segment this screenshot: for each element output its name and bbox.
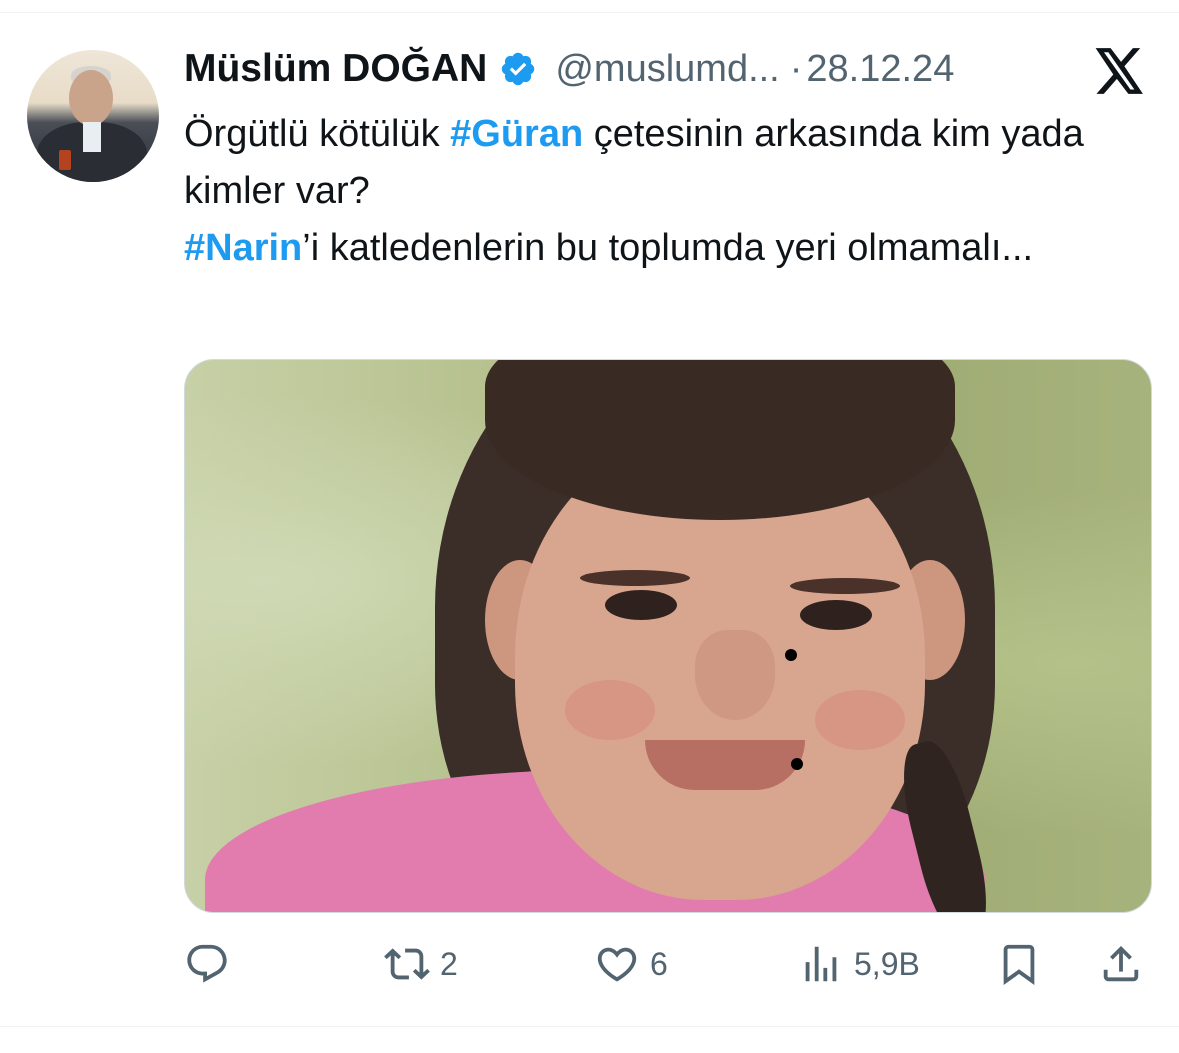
like-button[interactable]: 6 [594, 938, 668, 990]
tweet-actions: 2 6 5,9B [184, 938, 1150, 990]
share-icon [1103, 945, 1139, 982]
views-count: 5,9B [854, 945, 920, 982]
retweet-button[interactable]: 2 [384, 938, 458, 990]
top-divider [0, 12, 1179, 13]
verified-badge-icon [502, 52, 535, 86]
hashtag-link[interactable]: #Güran [450, 113, 583, 155]
reply-button[interactable] [184, 938, 240, 990]
like-count: 6 [650, 945, 668, 982]
reply-icon [187, 944, 227, 983]
heart-icon [597, 947, 637, 982]
header-separator: · [789, 47, 803, 90]
tweet-text-segment: ’i katledenlerin bu toplumda yeri olmama… [302, 227, 1034, 269]
bottom-divider [0, 1026, 1179, 1027]
tweet-text: Örgütlü kötülük #Güran çetesinin arkasın… [184, 106, 1164, 277]
tweet-header: Müslüm DOĞAN @muslumd... · 28.12.24 [184, 44, 954, 94]
author-name[interactable]: Müslüm DOĞAN [184, 47, 487, 91]
tweet-date[interactable]: 28.12.24 [806, 48, 954, 91]
hashtag-link[interactable]: #Narin [184, 227, 302, 269]
share-button[interactable] [1098, 938, 1144, 990]
views-icon [805, 946, 837, 982]
x-logo-icon[interactable] [1095, 48, 1145, 94]
tweet-photo[interactable] [184, 359, 1152, 913]
tweet-text-segment: Örgütlü kötülük [184, 113, 451, 155]
views-button[interactable]: 5,9B [798, 938, 920, 990]
author-handle[interactable]: @muslumd... [555, 48, 779, 91]
bookmark-icon [1003, 944, 1035, 985]
retweet-icon [384, 948, 430, 980]
retweet-count: 2 [440, 945, 458, 982]
bookmark-button[interactable] [996, 938, 1042, 990]
avatar[interactable] [27, 50, 159, 182]
